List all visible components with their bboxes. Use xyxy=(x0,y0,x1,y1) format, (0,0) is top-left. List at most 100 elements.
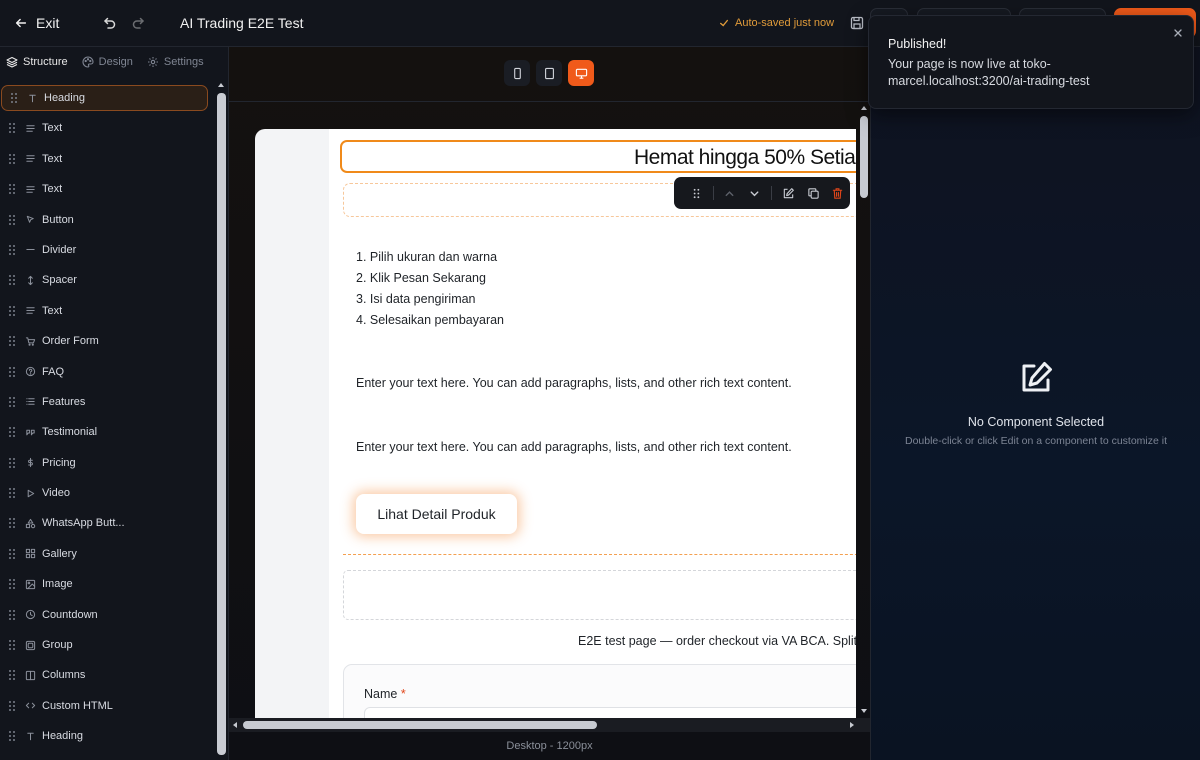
tree-item-gallery[interactable]: Gallery xyxy=(0,541,212,567)
order-form-block[interactable]: Name * xyxy=(343,664,856,722)
tree-item-button[interactable]: Button xyxy=(0,207,212,233)
tree-item-label: Text xyxy=(42,183,63,196)
heading-text: Hemat hingga 50% Setiap xyxy=(634,146,856,169)
group-icon xyxy=(24,639,36,651)
divider-block[interactable] xyxy=(343,554,856,555)
scroll-down-arrow-icon[interactable] xyxy=(860,707,868,715)
tree-item-divider[interactable]: Divider xyxy=(0,237,212,263)
undo-icon[interactable] xyxy=(101,15,117,31)
drag-handle-icon[interactable] xyxy=(9,427,15,438)
scroll-right-arrow-icon[interactable] xyxy=(848,721,856,729)
drag-handle-icon[interactable] xyxy=(9,396,15,407)
tree-item-label: Heading xyxy=(42,730,83,743)
tree-item-image[interactable]: Image xyxy=(0,571,212,597)
tab-design[interactable]: Design xyxy=(80,52,141,72)
tree-item-heading[interactable]: Heading xyxy=(0,723,212,749)
device-mobile-button[interactable] xyxy=(504,60,530,86)
text-block[interactable]: E2E test page — order checkout via VA BC… xyxy=(578,634,856,648)
tree-item-faq[interactable]: FAQ xyxy=(0,359,212,385)
tree-item-countdown[interactable]: Countdown xyxy=(0,602,212,628)
tree-item-text[interactable]: Text xyxy=(0,115,212,141)
drag-handle-icon[interactable] xyxy=(9,214,15,225)
drag-handle-icon[interactable] xyxy=(9,305,15,316)
heading-icon xyxy=(26,92,38,104)
device-switcher xyxy=(504,60,594,86)
drag-handle-icon[interactable] xyxy=(9,153,15,164)
exit-button[interactable]: Exit xyxy=(14,15,59,31)
tree-item-testimonial[interactable]: Testimonial xyxy=(0,419,212,445)
move-up-button[interactable] xyxy=(718,180,743,206)
tree-item-label: Spacer xyxy=(42,274,77,287)
quote-icon xyxy=(24,426,36,438)
close-icon[interactable] xyxy=(1172,27,1184,39)
tree-item-label: Divider xyxy=(42,243,77,256)
heading-block-selected[interactable]: Hemat hingga 50% Setiap xyxy=(340,140,856,173)
drag-handle-icon[interactable] xyxy=(9,123,15,134)
tree-item-features[interactable]: Features xyxy=(0,389,212,415)
layers-icon xyxy=(6,56,18,68)
scroll-up-arrow-icon[interactable] xyxy=(217,81,225,89)
device-desktop-button[interactable] xyxy=(568,60,594,86)
canvas-horizontal-scrollbar[interactable] xyxy=(243,721,597,729)
drag-handle-icon[interactable] xyxy=(9,488,15,499)
drag-handle-icon[interactable] xyxy=(9,275,15,286)
tab-structure[interactable]: Structure xyxy=(4,52,76,72)
edit-button[interactable] xyxy=(776,180,801,206)
drag-handle-icon[interactable] xyxy=(9,579,15,590)
viewport-label: Desktop - 1200px xyxy=(506,740,593,752)
drag-handle-icon[interactable] xyxy=(9,609,15,620)
text-block[interactable]: Enter your text here. You can add paragr… xyxy=(356,440,792,454)
tree-item-text[interactable]: Text xyxy=(0,146,212,172)
empty-subtitle: Double-click or click Edit on a componen… xyxy=(904,435,1168,447)
drag-handle-icon[interactable] xyxy=(11,93,17,103)
drag-handle-icon[interactable] xyxy=(9,184,15,195)
drag-handle-icon[interactable] xyxy=(9,244,15,255)
tree-item-custom-html[interactable]: Custom HTML xyxy=(0,693,212,719)
tab-settings[interactable]: Settings xyxy=(145,52,212,72)
scroll-left-arrow-icon[interactable] xyxy=(231,721,239,729)
drag-handle-icon[interactable] xyxy=(9,518,15,529)
cursor-icon xyxy=(24,214,36,226)
tree-item-pricing[interactable]: Pricing xyxy=(0,450,212,476)
product-detail-button[interactable]: Lihat Detail Produk xyxy=(356,494,517,534)
drag-handle-icon[interactable] xyxy=(9,700,15,711)
tree-item-text[interactable]: Text xyxy=(0,298,212,324)
tree-item-video[interactable]: Video xyxy=(0,480,212,506)
device-tablet-button[interactable] xyxy=(536,60,562,86)
spacer-block[interactable] xyxy=(343,570,856,620)
tree-item-label: Image xyxy=(42,578,73,591)
drag-handle[interactable] xyxy=(684,180,709,206)
drag-handle-icon[interactable] xyxy=(9,731,15,742)
tree-item-order-form[interactable]: Order Form xyxy=(0,328,212,354)
component-toolbar xyxy=(674,177,850,209)
sidebar-scrollbar[interactable] xyxy=(217,93,226,755)
text-icon xyxy=(24,153,36,165)
drag-handle-icon[interactable] xyxy=(9,336,15,347)
tree-item-columns[interactable]: Columns xyxy=(0,662,212,688)
exit-label: Exit xyxy=(36,15,60,31)
grid-icon xyxy=(24,548,36,560)
heading-icon xyxy=(24,730,36,742)
duplicate-button[interactable] xyxy=(801,180,826,206)
delete-button[interactable] xyxy=(825,180,850,206)
tree-item-heading[interactable]: Heading xyxy=(1,85,208,111)
tree-item-text[interactable]: Text xyxy=(0,176,212,202)
scroll-up-arrow-icon[interactable] xyxy=(860,104,868,112)
save-icon[interactable] xyxy=(849,15,865,31)
tree-item-group[interactable]: Group xyxy=(0,632,212,658)
canvas-area: Hemat hingga 50% Setiap 1. Pilih ukuran … xyxy=(229,47,870,760)
tree-item-whatsapp-butt[interactable]: WhatsApp Butt... xyxy=(0,510,212,536)
move-down-button[interactable] xyxy=(742,180,767,206)
canvas-vertical-scrollbar[interactable] xyxy=(860,116,868,198)
drag-handle-icon[interactable] xyxy=(9,457,15,468)
redo-icon[interactable] xyxy=(131,15,147,31)
tree-item-label: FAQ xyxy=(42,365,65,378)
drag-handle-icon[interactable] xyxy=(9,670,15,681)
scroll-down-arrow-icon[interactable] xyxy=(217,747,225,755)
drag-handle-icon[interactable] xyxy=(9,640,15,651)
drag-handle-icon[interactable] xyxy=(9,366,15,377)
drag-handle-icon[interactable] xyxy=(9,548,15,559)
text-block[interactable]: Enter your text here. You can add paragr… xyxy=(356,376,792,390)
shapes-icon xyxy=(24,517,36,529)
tree-item-spacer[interactable]: Spacer xyxy=(0,267,212,293)
